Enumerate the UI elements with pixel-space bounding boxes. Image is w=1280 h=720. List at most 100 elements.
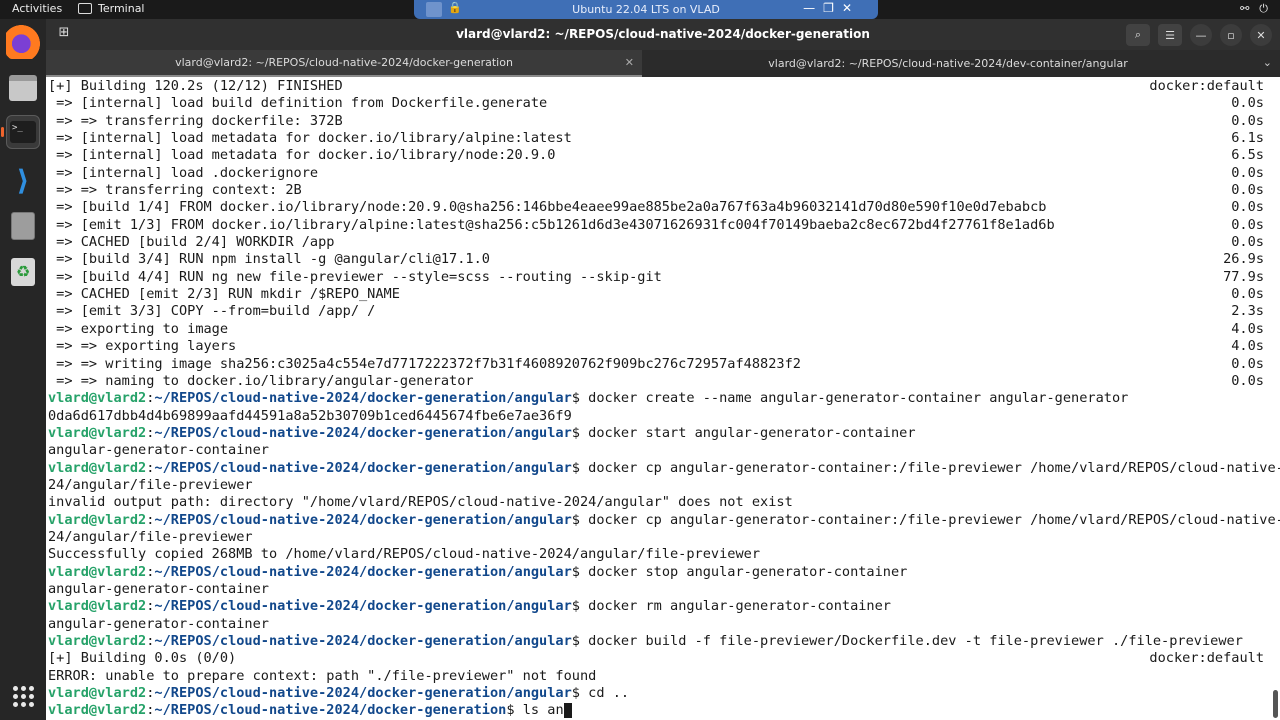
- remote-session-bar: 🔒 Ubuntu 22.04 LTS on VLAD — ❐ ✕: [414, 0, 878, 19]
- build-step-time: 6.5s: [1231, 147, 1264, 164]
- build-step-text: => [emit 3/3] COPY --from=build /app/ /: [48, 303, 376, 320]
- terminal-output[interactable]: [+] Building 120.2s (12/12) FINISHED dock…: [46, 77, 1280, 720]
- build-step-line: => [emit 1/3] FROM docker.io/library/alp…: [48, 217, 1280, 234]
- build-step-text: => [build 1/4] FROM docker.io/library/no…: [48, 199, 1047, 216]
- active-app-indicator: [1, 127, 4, 137]
- build-step-line: => [emit 3/3] COPY --from=build /app/ / 2…: [48, 303, 1280, 320]
- prompt-line: vlard@vlard2:~/REPOS/cloud-native-2024/d…: [48, 424, 916, 441]
- wrapped-line: 24/angular/file-previewer: [48, 528, 253, 545]
- build-step-text: => => exporting layers: [48, 338, 237, 355]
- build-step-line: => [internal] load metadata for docker.i…: [48, 147, 1280, 164]
- build-step-time: 0.0s: [1231, 199, 1264, 216]
- build-step-time: 4.0s: [1231, 320, 1264, 337]
- hamburger-menu-icon[interactable]: ☰: [1158, 24, 1182, 46]
- build-step-line: => [build 4/4] RUN ng new file-previewer…: [48, 269, 1280, 286]
- activities-button[interactable]: Activities: [12, 2, 62, 15]
- build-step-line: => [internal] load metadata for docker.i…: [48, 130, 1280, 147]
- build-step-time: 26.9s: [1223, 251, 1264, 268]
- vscode-icon[interactable]: ⟩: [6, 163, 40, 197]
- build-step-text: => exporting to image: [48, 320, 229, 337]
- build-step-text: => [internal] load .dockerignore: [48, 164, 319, 181]
- tab-close-icon[interactable]: ✕: [625, 56, 634, 69]
- tab-docker-generation[interactable]: vlard@vlard2: ~/REPOS/cloud-native-2024/…: [46, 50, 642, 77]
- build-step-line: => => writing image sha256:c3025a4c554e7…: [48, 356, 1280, 373]
- build-step-line: => => exporting layers 4.0s: [48, 338, 1280, 355]
- build-step-line: => CACHED [emit 2/3] RUN mkdir /$REPO_NA…: [48, 286, 1280, 303]
- output-line: angular-generator-container: [48, 615, 269, 632]
- build-step-text: => [internal] load metadata for docker.i…: [48, 147, 556, 164]
- tab-label: vlard@vlard2: ~/REPOS/cloud-native-2024/…: [768, 57, 1128, 70]
- build-step-time: 2.3s: [1231, 303, 1264, 320]
- build-step-line: => => naming to docker.io/library/angula…: [48, 373, 1280, 390]
- build-step-line: => => transferring context: 2B 0.0s: [48, 182, 1280, 199]
- tab-list-chevron-icon[interactable]: ⌄: [1263, 56, 1272, 69]
- network-icon: ⚯: [1240, 2, 1250, 15]
- build-step-time: 4.0s: [1231, 338, 1264, 355]
- build-step-time: 0.0s: [1231, 286, 1264, 303]
- close-icon[interactable]: ✕: [1250, 24, 1272, 46]
- build-step-time: 0.0s: [1231, 355, 1264, 372]
- build-step-line: => CACHED [build 2/4] WORKDIR /app 0.0s: [48, 234, 1280, 251]
- terminal-icon[interactable]: >_: [6, 115, 40, 149]
- app-name: Terminal: [98, 2, 145, 15]
- wrapped-line: 24/angular/file-previewer: [48, 476, 253, 493]
- build-header-line: [+] Building 120.2s (12/12) FINISHED dock…: [48, 78, 1264, 94]
- current-input[interactable]: ls an: [523, 702, 564, 718]
- build-step-time: 0.0s: [1231, 216, 1264, 233]
- output-line: 0da6d617dbb4d4b69899aafd44591a8a52b30709…: [48, 407, 572, 424]
- maximize-icon[interactable]: ▫: [1220, 24, 1242, 46]
- remote-minimize-icon[interactable]: —: [803, 1, 815, 15]
- firefox-icon[interactable]: [6, 25, 40, 59]
- prompt-line: vlard@vlard2:~/REPOS/cloud-native-2024/d…: [48, 390, 1129, 407]
- tab-bar: vlard@vlard2: ~/REPOS/cloud-native-2024/…: [46, 50, 1280, 77]
- prompt-line: vlard@vlard2:~/REPOS/cloud-native-2024/d…: [48, 511, 1280, 528]
- scrollbar-thumb[interactable]: [1273, 690, 1278, 718]
- system-top-bar: Activities Terminal 🔒 Ubuntu 22.04 LTS o…: [0, 0, 1280, 19]
- tab-dev-container-angular[interactable]: vlard@vlard2: ~/REPOS/cloud-native-2024/…: [642, 50, 1254, 77]
- build-steps: => [internal] load build definition from…: [48, 95, 1280, 390]
- build-step-text: => => transferring context: 2B: [48, 182, 302, 199]
- files-icon[interactable]: [6, 71, 40, 105]
- build-step-line: => => transferring dockerfile: 372B 0.0s: [48, 113, 1280, 130]
- prompt-line: vlard@vlard2:~/REPOS/cloud-native-2024/d…: [48, 633, 1243, 649]
- build-step-time: 0.0s: [1231, 95, 1264, 112]
- search-icon[interactable]: ⌕: [1126, 24, 1150, 46]
- output-line: Successfully copied 268MB to /home/vlard…: [48, 546, 761, 563]
- prompt-line: vlard@vlard2:~/REPOS/cloud-native-2024/d…: [48, 685, 630, 702]
- show-apps-icon[interactable]: [6, 679, 40, 713]
- build-step-text: => => naming to docker.io/library/angula…: [48, 372, 474, 389]
- terminal-app-icon: [78, 3, 92, 14]
- power-icon: ⏻: [1259, 2, 1268, 15]
- build-step-time: 0.0s: [1231, 234, 1264, 251]
- build-step-text: => [internal] load build definition from…: [48, 95, 548, 112]
- build-step-text: => CACHED [build 2/4] WORKDIR /app: [48, 234, 335, 251]
- build-step-line: => [build 3/4] RUN npm install -g @angul…: [48, 251, 1280, 268]
- remote-close-icon[interactable]: ✕: [842, 1, 852, 15]
- build-step-text: => [build 4/4] RUN ng new file-previewer…: [48, 268, 662, 285]
- build-step-time: 77.9s: [1223, 268, 1264, 285]
- trash-icon[interactable]: ♻: [6, 255, 40, 289]
- current-prompt-line[interactable]: vlard@vlard2:~/REPOS/cloud-native-2024/d…: [48, 702, 1280, 719]
- build-step-text: => [internal] load metadata for docker.i…: [48, 130, 572, 147]
- build-step-time: 0.0s: [1231, 372, 1264, 389]
- build-step-line: => [internal] load build definition from…: [48, 95, 1280, 112]
- prompt-line: vlard@vlard2:~/REPOS/cloud-native-2024/d…: [48, 563, 908, 580]
- build-step-line: => [internal] load .dockerignore 0.0s: [48, 165, 1280, 182]
- output-line: invalid output path: directory "/home/vl…: [48, 494, 793, 511]
- remote-restore-icon[interactable]: ❐: [823, 1, 834, 15]
- system-tray[interactable]: ⚯ ⏻: [1240, 2, 1268, 16]
- build-step-text: => [build 3/4] RUN npm install -g @angul…: [48, 251, 490, 268]
- build-step-time: 0.0s: [1231, 112, 1264, 129]
- build-step-time: 0.0s: [1231, 164, 1264, 181]
- drive-icon[interactable]: [6, 209, 40, 243]
- build-step-time: 6.1s: [1231, 130, 1264, 147]
- build-header-line: [+] Building 0.0s (0/0) docker:default: [48, 650, 1264, 667]
- tab-label: vlard@vlard2: ~/REPOS/cloud-native-2024/…: [175, 56, 513, 69]
- window-title: vlard@vlard2: ~/REPOS/cloud-native-2024/…: [456, 27, 870, 41]
- prompt-line: vlard@vlard2:~/REPOS/cloud-native-2024/d…: [48, 598, 891, 615]
- text-cursor: [563, 702, 572, 718]
- build-step-line: => [build 1/4] FROM docker.io/library/no…: [48, 199, 1280, 216]
- build-step-text: => CACHED [emit 2/3] RUN mkdir /$REPO_NA…: [48, 286, 400, 303]
- app-menu[interactable]: Terminal: [78, 2, 145, 15]
- minimize-icon[interactable]: —: [1190, 24, 1212, 46]
